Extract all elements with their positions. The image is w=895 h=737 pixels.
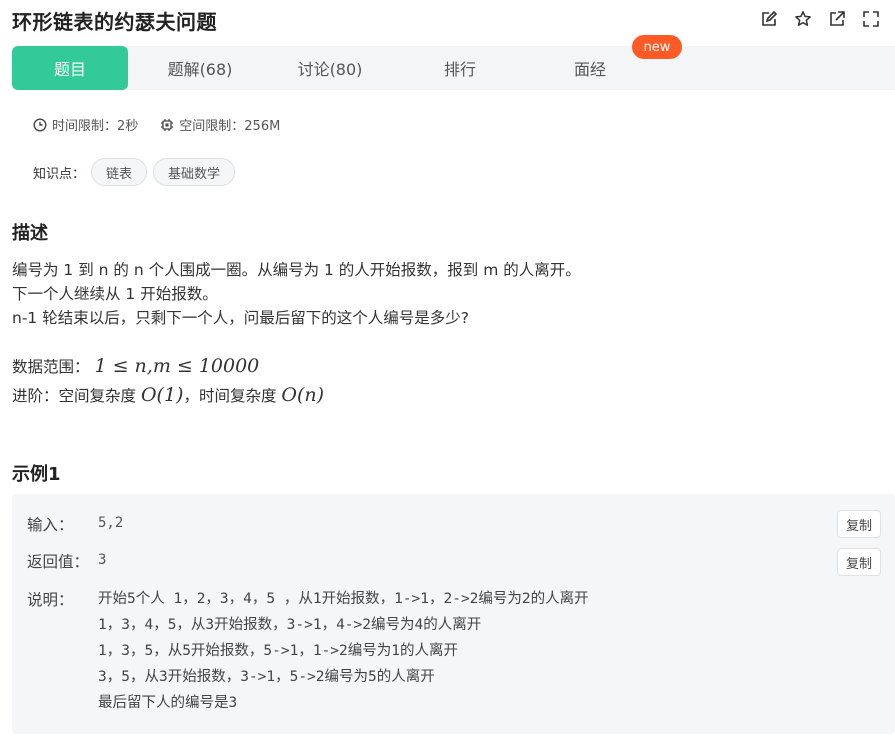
tab-interview[interactable]: 面经 — [532, 46, 648, 90]
tab-problem[interactable]: 题目 — [12, 46, 128, 90]
tab-solutions[interactable]: 题解(68) — [142, 46, 258, 90]
problem-title: 环形链表的约瑟夫问题 — [12, 10, 217, 34]
knowledge-label: 知识点： — [33, 166, 86, 182]
tag-basic-math[interactable]: 基础数学 — [153, 158, 236, 186]
advanced-line: 进阶：空间复杂度 O(1)，时间复杂度 O(n) — [12, 381, 581, 410]
output-label: 返回值： — [27, 553, 90, 571]
description-line: n-1 轮结束以后，只剩下一个人，问最后留下的这个人编号是多少? — [12, 309, 469, 327]
explain-line: 1，3，4，5，从3开始报数，3->1，4->2编号为4的人离开 — [98, 617, 482, 633]
space-complexity: O(1) — [140, 384, 184, 406]
explain-line: 3，5，从3开始报数，3->1，5->2编号为5的人离开 — [98, 669, 435, 685]
explain-line: 最后留下人的编号是3 — [98, 695, 238, 711]
range-line: 数据范围： 1 ≤ n,m ≤ 10000 — [12, 352, 581, 381]
description-line: 编号为 1 到 n 的 n 个人围成一圈。从编号为 1 的人开始报数，报到 m … — [12, 261, 581, 279]
knowledge-row: 知识点： 链表 基础数学 — [33, 158, 236, 186]
description-body: 编号为 1 到 n 的 n 个人围成一圈。从编号为 1 的人开始报数，报到 m … — [12, 258, 581, 410]
limits-row: 时间限制：2秒 空间限制：256M — [33, 115, 302, 134]
memory-limit: 空间限制：256M — [160, 115, 280, 134]
time-limit-text: 时间限制：2秒 — [52, 119, 139, 134]
top-toolbar — [759, 9, 881, 29]
tag-linked-list[interactable]: 链表 — [91, 158, 148, 186]
tab-discussion[interactable]: 讨论(80) — [272, 46, 388, 90]
explain-line: 1，3，5，从5开始报数，5->1，1->2编号为1的人离开 — [98, 643, 458, 659]
input-value: 5,2 — [98, 515, 124, 531]
chip-icon — [161, 118, 174, 131]
new-badge: new — [632, 35, 682, 59]
clock-icon — [33, 117, 47, 132]
memory-limit-text: 空间限制：256M — [179, 119, 281, 134]
explain-label: 说明： — [27, 591, 74, 609]
advanced-mid: ，时间复杂度 — [183, 387, 277, 405]
time-limit: 时间限制：2秒 — [33, 115, 138, 134]
input-label: 输入： — [27, 516, 74, 534]
explain-line: 开始5个人 1，2，3，4，5 ，从1开始报数，1->1，2->2编号为2的人离… — [98, 591, 589, 607]
tab-bar: 题目 题解(68) 讨论(80) 排行 面经 — [12, 46, 895, 90]
range-label: 数据范围： — [12, 358, 90, 376]
copy-output-button[interactable]: 复制 — [837, 548, 881, 576]
copy-input-button[interactable]: 复制 — [837, 510, 881, 538]
tab-ranking[interactable]: 排行 — [402, 46, 518, 90]
range-math: 1 ≤ n,m ≤ 10000 — [94, 355, 260, 377]
share-icon[interactable] — [827, 9, 847, 29]
time-complexity: O(n) — [281, 384, 325, 406]
advanced-label: 进阶：空间复杂度 — [12, 387, 137, 405]
example-box: 输入： 5,2 复制 返回值： 3 复制 说明： 开始5个人 1，2，3，4，5… — [12, 494, 895, 734]
output-value: 3 — [98, 552, 107, 568]
description-heading: 描述 — [12, 223, 48, 244]
star-icon[interactable] — [793, 9, 813, 29]
edit-icon[interactable] — [759, 9, 779, 29]
description-line: 下一个人继续从 1 开始报数。 — [12, 285, 218, 303]
explain-text: 开始5个人 1，2，3，4，5 ，从1开始报数，1->1，2->2编号为2的人离… — [98, 586, 589, 716]
example-heading: 示例1 — [12, 464, 61, 485]
fullscreen-icon[interactable] — [861, 9, 881, 29]
